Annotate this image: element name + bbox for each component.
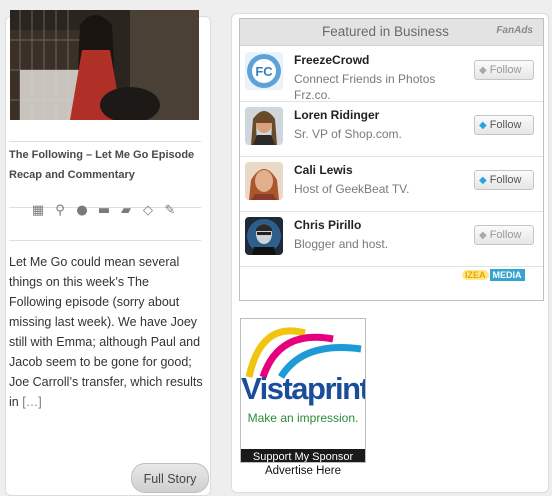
fanads-item[interactable]: FC FreezeCrowd Connect Friends in Photos… xyxy=(240,46,543,102)
fanads-logo[interactable]: FanAds xyxy=(496,25,533,36)
excerpt-text: Let Me Go could mean several things on t… xyxy=(9,255,203,409)
vistaprint-swoosh-icon xyxy=(245,327,362,379)
svg-text:FC: FC xyxy=(255,64,273,79)
fanads-item[interactable]: Cali Lewis Host of GeekBeat TV. ◆ Follow xyxy=(240,156,543,212)
link-icon[interactable]: ⚲ xyxy=(52,203,68,219)
fanads-item[interactable]: Loren Ridinger Sr. VP of Shop.com. ◆ Foll… xyxy=(240,101,543,157)
follow-button[interactable]: ◆ Follow xyxy=(474,225,534,245)
folder-icon[interactable]: ▰ xyxy=(118,203,134,219)
read-more-link[interactable]: […] xyxy=(22,395,41,409)
fanads-name[interactable]: Loren Ridinger xyxy=(294,108,379,122)
post-thumbnail[interactable] xyxy=(10,10,199,120)
follow-button[interactable]: ◆ Follow xyxy=(474,115,534,135)
divider xyxy=(9,240,201,241)
fanads-name[interactable]: FreezeCrowd xyxy=(294,53,369,67)
follow-label: Follow xyxy=(489,174,522,186)
fanads-desc: Connect Friends in Photos Frz.co. xyxy=(294,72,436,102)
calendar-icon[interactable]: ▦ xyxy=(30,203,46,219)
izea-text: IZEA xyxy=(462,270,489,280)
sponsor-footer: Support My Sponsor xyxy=(241,449,365,462)
full-story-button[interactable]: Full Story xyxy=(131,463,209,493)
follow-button[interactable]: ◆ Follow xyxy=(474,60,534,80)
post-excerpt: Let Me Go could mean several things on t… xyxy=(9,252,205,412)
post-title[interactable]: The Following – Let Me Go Episode Recap … xyxy=(9,145,201,185)
izea-media-text: MEDIA xyxy=(489,269,525,281)
izea-media-logo[interactable]: IZEA MEDIA xyxy=(462,269,525,281)
comment-icon[interactable]: ▬ xyxy=(96,203,112,219)
post-meta-icons: ▦ ⚲ ● ▬ ▰ ◇ ✎ xyxy=(30,203,178,219)
sponsor-tagline: Make an impression. xyxy=(247,411,359,425)
tag-icon[interactable]: ◇ xyxy=(140,203,156,219)
fanads-title: Featured in Business xyxy=(322,24,449,39)
twitter-icon: ◆ xyxy=(479,65,487,76)
fanads-desc: Host of GeekBeat TV. xyxy=(294,182,410,196)
twitter-icon: ◆ xyxy=(479,175,487,186)
fanads-desc: Blogger and host. xyxy=(294,237,389,251)
fanads-header: Featured in Business FanAds xyxy=(240,19,543,46)
avatar[interactable]: FC xyxy=(245,52,283,90)
follow-label: Follow xyxy=(489,119,522,131)
fanads-desc: Sr. VP of Shop.com. xyxy=(294,127,402,141)
twitter-icon: ◆ xyxy=(479,230,487,241)
avatar[interactable] xyxy=(245,107,283,145)
fanads-item[interactable]: Chris Pirillo Blogger and host. ◆ Follow xyxy=(240,211,543,267)
avatar[interactable] xyxy=(245,217,283,255)
fanads-name[interactable]: Chris Pirillo xyxy=(294,218,361,232)
twitter-icon: ◆ xyxy=(479,120,487,131)
avatar[interactable] xyxy=(245,162,283,200)
divider xyxy=(9,141,201,142)
follow-button[interactable]: ◆ Follow xyxy=(474,170,534,190)
fanads-widget: Featured in Business FanAds FC FreezeCro… xyxy=(239,18,544,301)
follow-label: Follow xyxy=(489,229,522,241)
author-icon[interactable]: ● xyxy=(74,203,90,219)
advertise-here-link[interactable]: Advertise Here xyxy=(240,465,366,477)
sponsor-ad[interactable]: Vistaprint Make an impression. Support M… xyxy=(240,318,366,463)
edit-icon[interactable]: ✎ xyxy=(162,203,178,219)
sponsor-brand: Vistaprint xyxy=(241,371,366,406)
follow-label: Follow xyxy=(489,64,522,76)
fanads-name[interactable]: Cali Lewis xyxy=(294,163,353,177)
